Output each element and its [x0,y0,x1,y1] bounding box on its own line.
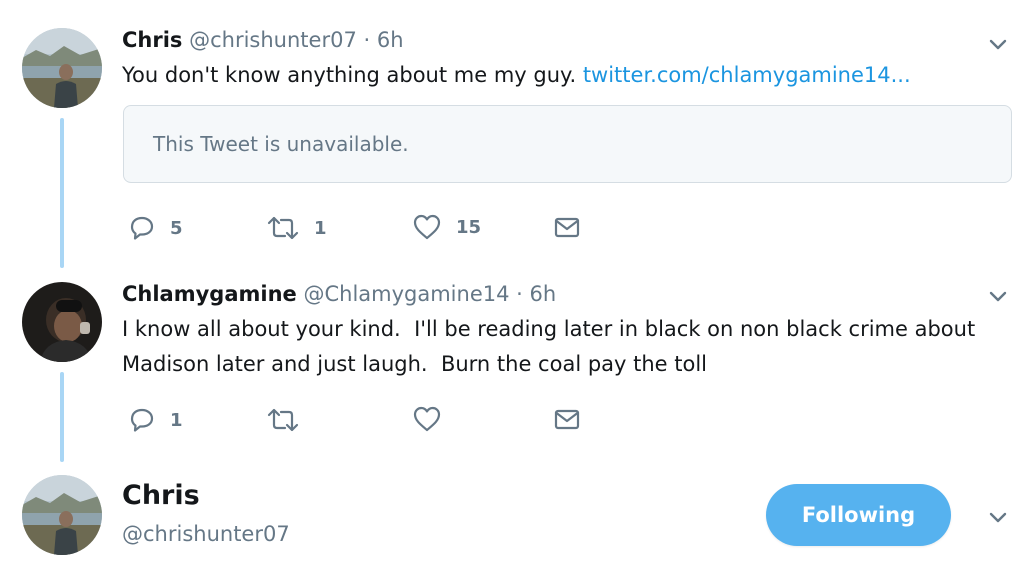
display-name[interactable]: Chris [122,28,182,52]
handle[interactable]: @chrishunter07 [189,28,357,52]
following-button[interactable]: Following [766,484,951,546]
handle[interactable]: @Chlamygamine14 [303,282,509,306]
tweet-text-body: You don't know anything about me my guy. [122,63,583,87]
tweet-text-line-2: Madison later and just laugh. Burn the c… [122,352,708,376]
chevron-down-icon[interactable] [984,282,1012,310]
like-icon[interactable] [412,213,442,241]
tweet-header: Chris @chrishunter07 · 6h [122,26,404,54]
retweet-icon[interactable] [266,215,300,241]
avatar-chris[interactable] [22,475,102,555]
quoted-tweet-card[interactable]: This Tweet is unavailable. [123,105,1012,183]
retweet-icon[interactable] [266,407,300,433]
reply-icon[interactable] [128,215,156,241]
like-count: 15 [456,216,482,238]
reply-count: 1 [170,409,183,431]
dm-icon[interactable] [553,408,581,432]
unavailable-notice: This Tweet is unavailable. [153,132,409,156]
tweet-link[interactable]: twitter.com/chlamygamine14... [583,63,911,87]
author-handle[interactable]: @chrishunter07 [122,522,290,546]
thread-line [60,372,64,462]
chevron-down-icon[interactable] [984,503,1012,531]
chevron-down-icon[interactable] [984,30,1012,58]
retweet-count: 1 [314,217,327,239]
reply-count: 5 [170,217,183,239]
reply-icon[interactable] [128,407,156,433]
retweet-action[interactable]: 1 [266,215,327,241]
timestamp[interactable]: · 6h [364,28,404,52]
like-action[interactable]: 15 [412,213,481,241]
tweet-header: Chlamygamine @Chlamygamine14 · 6h [122,280,556,308]
display-name[interactable]: Chlamygamine [122,282,297,306]
thread-line [60,118,64,268]
avatar-chlamygamine[interactable] [22,282,102,362]
author-name[interactable]: Chris [122,480,200,511]
timestamp[interactable]: · 6h [516,282,556,306]
reply-action[interactable]: 1 [128,407,183,433]
tweet-text: You don't know anything about me my guy.… [122,58,911,92]
like-icon[interactable] [412,405,442,433]
reply-action[interactable]: 5 [128,215,183,241]
avatar-chris[interactable] [22,28,102,108]
dm-icon[interactable] [553,216,581,240]
tweet-text-line-1: I know all about your kind. I'll be read… [122,317,976,341]
